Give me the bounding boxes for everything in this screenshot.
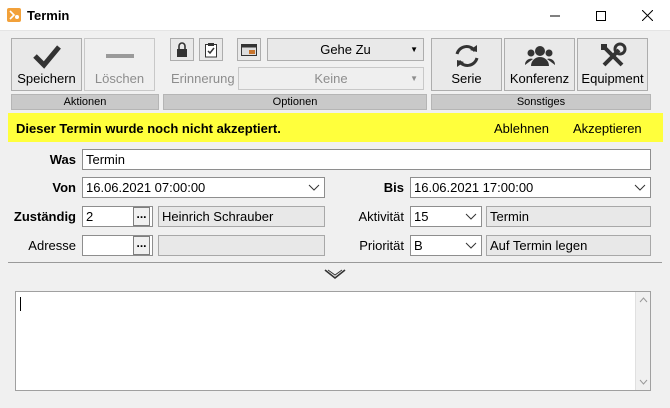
clipboard-button[interactable] <box>199 38 223 61</box>
chevron-down-icon <box>308 184 320 191</box>
refresh-icon <box>432 42 501 70</box>
lock-button[interactable] <box>170 38 194 61</box>
minimize-icon <box>550 15 560 16</box>
save-button[interactable]: Speichern <box>11 38 82 91</box>
maximize-icon <box>596 10 606 21</box>
aktivitaet-code: 15 <box>414 209 429 224</box>
info-text: Dieser Termin wurde noch nicht akzeptier… <box>16 121 281 136</box>
zustaendig-id-value: 2 <box>86 209 94 224</box>
zustaendig-picker-button[interactable]: ... <box>133 207 150 226</box>
lock-icon <box>177 41 187 57</box>
info-bar: Dieser Termin wurde noch nicht akzeptier… <box>8 113 663 142</box>
group-icon <box>505 42 574 70</box>
chevron-down-icon <box>324 269 346 280</box>
von-datetime-field[interactable]: 16.06.2021 07:00:00 <box>82 177 325 198</box>
scroll-down-icon <box>639 379 648 385</box>
chevron-down-icon <box>634 184 646 191</box>
aktivitaet-label: Aktivität <box>358 209 404 224</box>
conference-label: Konferenz <box>509 71 570 86</box>
close-button[interactable] <box>624 0 670 31</box>
prioritaet-name-field: Auf Termin legen <box>486 235 651 256</box>
screen-button[interactable] <box>237 38 261 61</box>
was-field[interactable]: Termin <box>82 149 651 170</box>
von-label: Von <box>52 180 76 195</box>
tools-icon <box>578 42 647 70</box>
bis-value: 16.06.2021 17:00:00 <box>414 180 534 195</box>
maximize-button[interactable] <box>578 0 624 31</box>
expand-chevron-button[interactable] <box>323 267 347 281</box>
reminder-dropdown[interactable]: Keine ▼ <box>238 67 424 90</box>
window-title: Termin <box>27 8 70 23</box>
minimize-button[interactable] <box>532 0 578 31</box>
prioritaet-label: Priorität <box>359 238 404 253</box>
bis-datetime-field[interactable]: 16.06.2021 17:00:00 <box>410 177 651 198</box>
adresse-picker-button[interactable]: ... <box>133 236 150 255</box>
adresse-name-field <box>158 235 325 256</box>
group-label-actions: Aktionen <box>11 94 159 110</box>
series-label: Serie <box>451 71 482 86</box>
delete-button[interactable]: Löschen <box>84 38 155 91</box>
chevron-down-icon <box>465 242 477 249</box>
accept-link[interactable]: Akzeptieren <box>573 121 642 136</box>
text-cursor <box>20 297 21 311</box>
group-label-options: Optionen <box>163 94 427 110</box>
von-value: 16.06.2021 07:00:00 <box>86 180 206 195</box>
goto-label: Gehe Zu <box>320 42 371 57</box>
conference-button[interactable]: Konferenz <box>504 38 575 91</box>
delete-label: Löschen <box>94 71 145 86</box>
equipment-button[interactable]: Equipment <box>577 38 648 91</box>
zustaendig-name-field: Heinrich Schrauber <box>158 206 325 227</box>
adresse-label: Adresse <box>28 238 76 253</box>
group-label-misc: Sonstiges <box>431 94 651 110</box>
checkmark-icon <box>12 42 81 70</box>
decline-link[interactable]: Ablehnen <box>494 121 549 136</box>
zustaendig-label: Zuständig <box>13 209 76 224</box>
app-icon <box>7 8 21 22</box>
bis-label: Bis <box>383 180 404 195</box>
separator-line <box>8 262 662 263</box>
notes-textarea[interactable] <box>15 291 651 391</box>
dropdown-arrow-icon: ▼ <box>410 74 418 83</box>
save-label: Speichern <box>17 71 76 86</box>
dropdown-arrow-icon: ▼ <box>410 45 418 54</box>
aktivitaet-dropdown[interactable]: 15 <box>410 206 482 227</box>
close-icon <box>641 10 653 21</box>
reminder-value: Keine <box>314 71 348 86</box>
scroll-up-icon <box>639 297 648 303</box>
clipboard-icon <box>205 42 217 57</box>
window-icon <box>241 43 257 56</box>
aktivitaet-name-field: Termin <box>486 206 651 227</box>
prioritaet-code: B <box>414 238 423 253</box>
vertical-scrollbar[interactable] <box>635 292 650 390</box>
equipment-label: Equipment <box>581 71 644 86</box>
series-button[interactable]: Serie <box>431 38 502 91</box>
reminder-label: Erinnerung <box>171 71 235 86</box>
minus-icon <box>85 42 154 70</box>
chevron-down-icon <box>465 213 477 220</box>
goto-dropdown[interactable]: Gehe Zu ▼ <box>267 38 424 61</box>
prioritaet-dropdown[interactable]: B <box>410 235 482 256</box>
was-label: Was <box>49 152 76 167</box>
